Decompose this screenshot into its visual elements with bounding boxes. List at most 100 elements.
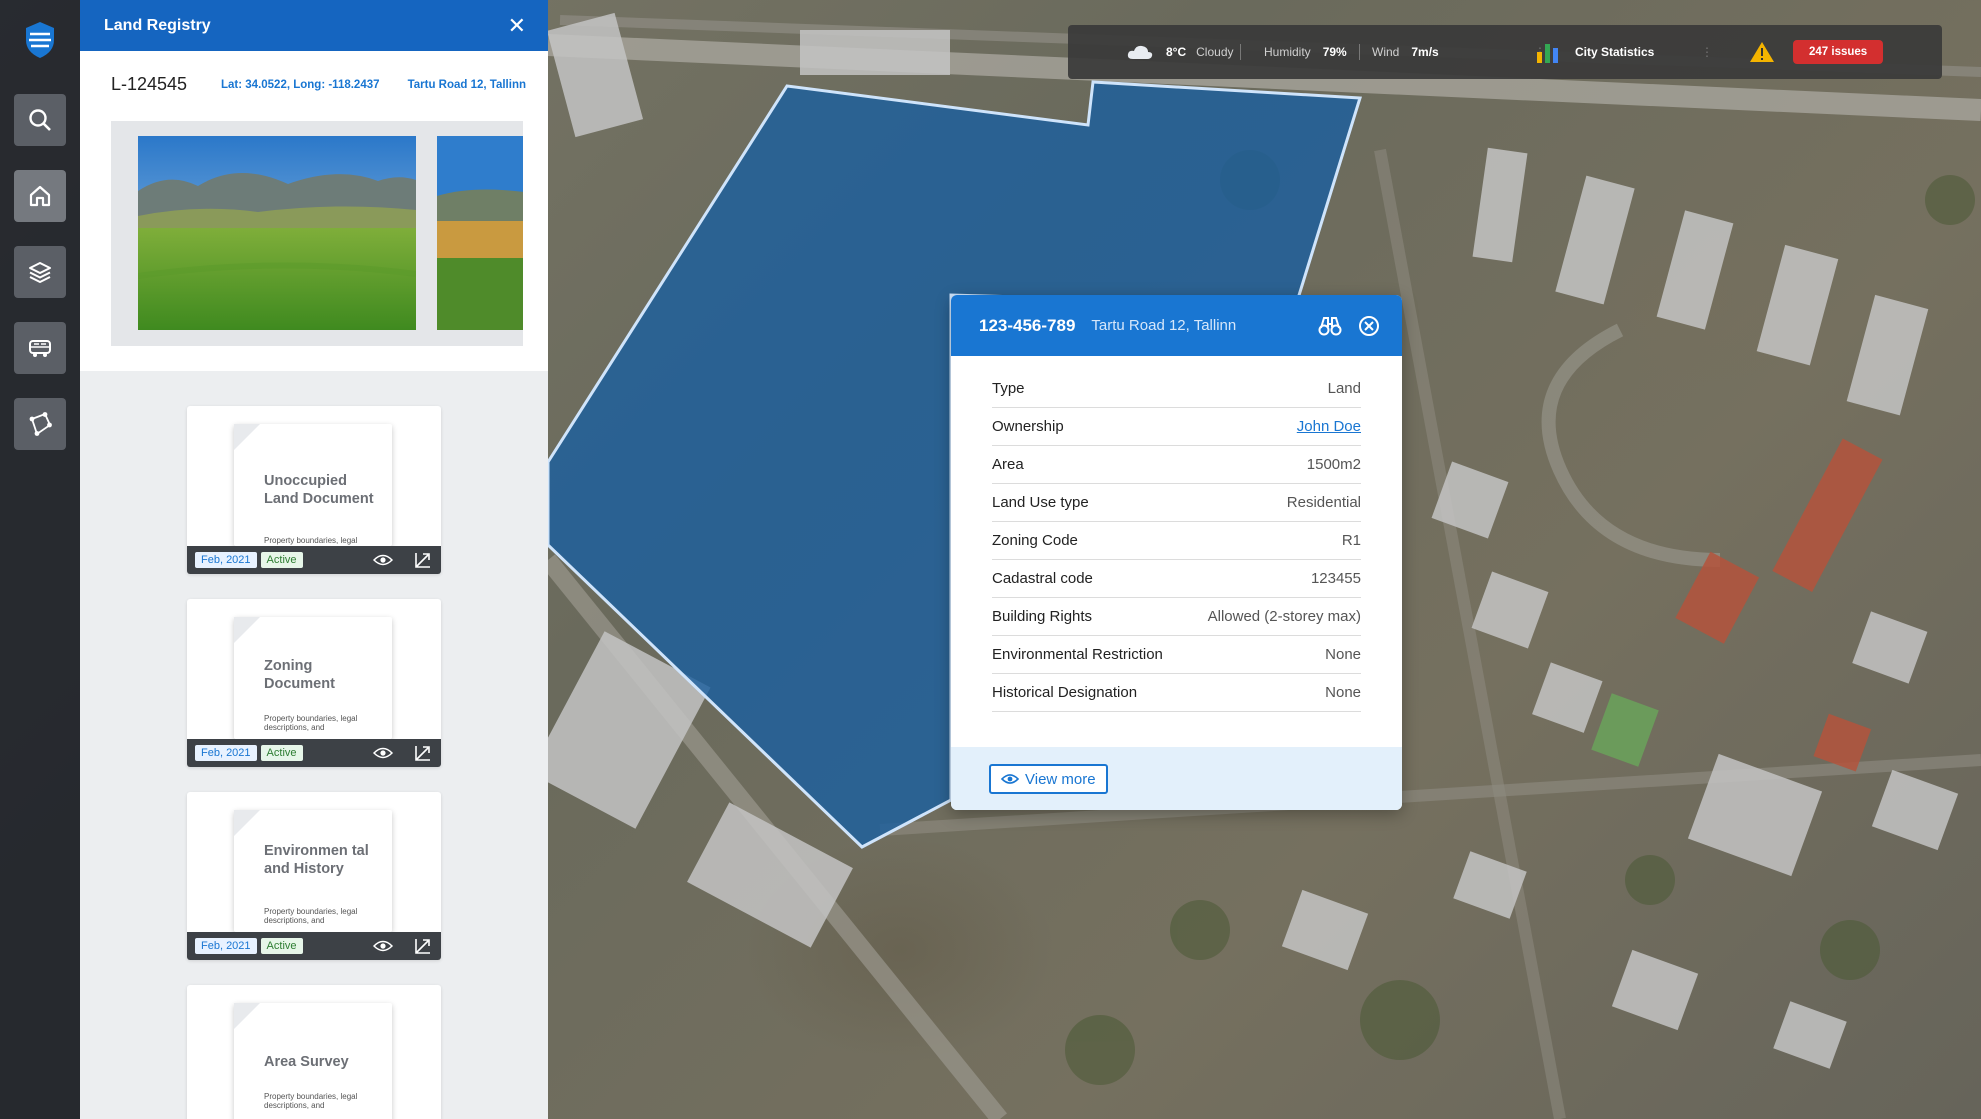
document-toolbar: Feb, 2021 Active <box>187 739 441 767</box>
eye-icon <box>1001 774 1019 784</box>
document-card[interactable]: Environmen tal and History Property boun… <box>187 792 441 960</box>
issues-widget[interactable]: 247 issues <box>1749 25 1884 79</box>
separator-dots: ⋮ <box>1701 45 1713 59</box>
weather-widget[interactable]: 8°C Cloudy <box>1126 25 1234 79</box>
attribute-row: Environmental Restriction None <box>992 636 1361 674</box>
document-description: Property boundaries, legal descriptions,… <box>264 714 358 732</box>
document-description: Property boundaries, legal descriptions,… <box>264 907 358 925</box>
city-statistics-label: City Statistics <box>1575 45 1655 59</box>
attribute-value: None <box>1325 684 1361 701</box>
attribute-row: Land Use type Residential <box>992 484 1361 522</box>
navigation-rail <box>0 0 80 1119</box>
document-title: Zoning Document <box>264 658 335 692</box>
document-card[interactable]: Area Survey Property boundaries, legal d… <box>187 985 441 1119</box>
app-logo-icon <box>22 20 58 60</box>
document-description: Property boundaries, legal descriptions,… <box>264 1092 358 1110</box>
attribute-value: Residential <box>1286 494 1361 511</box>
panel-header: Land Registry ✕ <box>80 0 548 51</box>
attribute-label: Environmental Restriction <box>992 646 1163 663</box>
document-card[interactable]: Unoccupied Land Document Property bounda… <box>187 406 441 574</box>
humidity-label: Humidity <box>1264 45 1311 59</box>
landscape-photo[interactable] <box>138 136 416 330</box>
temperature-value: 8°C <box>1166 45 1187 59</box>
attribute-label: Cadastral code <box>992 570 1093 587</box>
document-toolbar: Feb, 2021 Active <box>187 932 441 960</box>
close-icon[interactable]: ✕ <box>508 14 526 37</box>
parcel-address: Tartu Road 12, Tallinn <box>1091 317 1237 334</box>
document-card[interactable]: Zoning Document Property boundaries, leg… <box>187 599 441 767</box>
polygon-draw-button[interactable] <box>14 398 66 450</box>
wind-value: 7m/s <box>1411 45 1439 59</box>
layers-button[interactable] <box>14 246 66 298</box>
attribute-row: Type Land <box>992 370 1361 408</box>
registry-id: L-124545 <box>111 74 188 94</box>
warning-icon <box>1750 42 1774 62</box>
city-statistics-button[interactable]: City Statistics <box>1535 25 1654 79</box>
attribute-label: Land Use type <box>992 494 1089 511</box>
open-external-icon[interactable] <box>413 937 433 955</box>
document-title: Environmen tal and History <box>264 843 369 877</box>
attribute-value: None <box>1325 646 1361 663</box>
wind-label: Wind <box>1372 45 1400 59</box>
parcel-info-popup: 123-456-789 Tartu Road 12, Tallinn Type L… <box>951 295 1402 810</box>
attribute-label: Type <box>992 380 1025 397</box>
attribute-label: Building Rights <box>992 608 1093 625</box>
wind-readout: Wind 7m/s <box>1372 25 1439 79</box>
attribute-row: Area 1500m2 <box>992 446 1361 484</box>
attribute-row: Cadastral code 123455 <box>992 560 1361 598</box>
attribute-value: Allowed (2-storey max) <box>1207 608 1361 625</box>
issues-badge[interactable]: 247 issues <box>1793 40 1884 64</box>
land-registry-panel: Land Registry ✕ L-124545 Lat: 34.0522, L… <box>80 0 548 1119</box>
cloud-icon <box>1127 45 1153 59</box>
open-external-icon[interactable] <box>413 744 433 762</box>
document-thumbnail: Unoccupied Land Document Property bounda… <box>234 424 392 554</box>
popup-footer: View more <box>951 747 1402 810</box>
close-circle-icon[interactable] <box>1358 315 1380 337</box>
city-status-bar: 8°C Cloudy Humidity 79% Wind 7m/s ⋮ City… <box>1068 25 1942 79</box>
eye-icon[interactable] <box>373 744 393 762</box>
open-external-icon[interactable] <box>413 551 433 569</box>
parcel-summary: L-124545 Lat: 34.0522, Long: -118.2437 T… <box>80 51 548 371</box>
attribute-value: 1500m2 <box>1306 456 1361 473</box>
document-thumbnail: Environmen tal and History Property boun… <box>234 810 392 932</box>
attribute-row: Ownership John Doe <box>992 408 1361 446</box>
attribute-label: Area <box>992 456 1024 473</box>
date-badge: Feb, 2021 <box>195 938 257 954</box>
eye-icon[interactable] <box>373 551 393 569</box>
date-badge: Feb, 2021 <box>195 552 257 568</box>
attribute-value: 123455 <box>1310 570 1361 587</box>
status-badge: Active <box>260 745 303 761</box>
humidity-readout: Humidity 79% <box>1264 25 1347 79</box>
coordinates-link[interactable]: Lat: 34.0522, Long: -118.2437 <box>221 79 380 91</box>
address-link[interactable]: Tartu Road 12, Tallinn <box>408 79 526 91</box>
eye-icon[interactable] <box>373 937 393 955</box>
document-thumbnail: Zoning Document Property boundaries, leg… <box>234 617 392 739</box>
attribute-table: Type Land Ownership John Doe Area 1500m2 La… <box>951 356 1402 712</box>
search-button[interactable] <box>14 94 66 146</box>
attribute-row: Historical Designation None <box>992 674 1361 712</box>
vehicle-icon <box>29 340 51 357</box>
attribute-row: Building Rights Allowed (2-storey max) <box>992 598 1361 636</box>
status-badge: Active <box>260 552 303 568</box>
view-more-button[interactable]: View more <box>989 764 1108 794</box>
binoculars-icon[interactable] <box>1318 315 1342 337</box>
home-button[interactable] <box>14 170 66 222</box>
bar-chart-icon <box>1537 44 1558 63</box>
owner-link[interactable]: John Doe <box>1297 418 1361 435</box>
search-icon <box>29 109 51 131</box>
field-photo[interactable] <box>437 136 523 330</box>
view-more-label: View more <box>1025 770 1096 788</box>
vehicle-button[interactable] <box>14 322 66 374</box>
attribute-label: Ownership <box>992 418 1064 435</box>
weather-condition: Cloudy <box>1196 45 1234 59</box>
status-badge: Active <box>260 938 303 954</box>
document-title: Area Survey <box>264 1054 349 1070</box>
document-thumbnail: Area Survey Property boundaries, legal d… <box>234 1003 392 1119</box>
document-toolbar: Feb, 2021 Active <box>187 546 441 574</box>
polygon-draw-icon <box>29 412 52 436</box>
panel-title: Land Registry <box>104 16 211 34</box>
popup-header: 123-456-789 Tartu Road 12, Tallinn <box>951 295 1402 356</box>
photo-gallery[interactable] <box>111 121 523 346</box>
layers-icon <box>29 262 51 283</box>
attribute-value: Land <box>1327 380 1361 397</box>
